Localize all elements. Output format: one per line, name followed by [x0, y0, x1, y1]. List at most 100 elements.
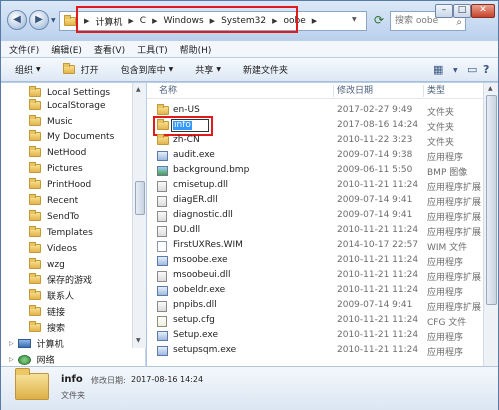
nav-item-printhood[interactable]: PrintHood — [29, 178, 91, 191]
nav-item-nethood[interactable]: NetHood — [29, 146, 86, 159]
nav-scrollbar-thumb[interactable] — [135, 181, 145, 215]
table-row-renaming[interactable]: info 2017-08-16 14:24 文件夹 — [147, 116, 483, 136]
share-button[interactable]: 共享 ▼ — [195, 63, 221, 76]
nav-item-searches[interactable]: 搜索 — [29, 321, 65, 334]
scroll-down-icon[interactable]: ▼ — [136, 337, 141, 344]
nav-item-pictures[interactable]: Pictures — [29, 162, 83, 175]
dll-file-icon — [157, 211, 167, 222]
folder-icon — [29, 321, 41, 332]
file-date: 2014-10-17 22:57 — [337, 240, 419, 250]
folder-icon — [29, 305, 41, 316]
include-in-library-button[interactable]: 包含到库中 ▼ — [121, 63, 174, 76]
nav-item-saved-games[interactable]: 保存的游戏 — [29, 273, 92, 286]
exe-file-icon — [157, 331, 168, 341]
folder-icon — [157, 104, 169, 115]
open-button[interactable]: 打开 — [62, 63, 99, 76]
folder-icon — [29, 242, 41, 253]
nav-item-label: Videos — [47, 243, 77, 254]
nav-item-label: Recent — [47, 195, 79, 206]
file-list-scrollbar-thumb[interactable] — [486, 95, 497, 305]
nav-item-videos[interactable]: Videos — [29, 242, 77, 255]
nav-item-templates[interactable]: Templates — [29, 226, 93, 239]
nav-item-recent[interactable]: Recent — [29, 194, 78, 207]
network-icon — [17, 354, 31, 365]
new-folder-button[interactable]: 新建文件夹 — [243, 63, 288, 76]
refresh-icon[interactable]: ⟳ — [371, 13, 387, 29]
column-divider[interactable] — [333, 85, 334, 97]
exe-file-icon — [157, 286, 168, 296]
menu-edit[interactable]: 编辑(E) — [51, 43, 82, 56]
recent-pages-dropdown-icon[interactable]: ▼ — [51, 17, 56, 24]
nav-item-music[interactable]: Music — [29, 115, 73, 128]
table-row[interactable]: diagnostic.dll 2009-07-14 9:41 应用程序扩展 — [147, 210, 483, 223]
file-date: 2010-11-21 11:24 — [337, 330, 419, 340]
menu-file[interactable]: 文件(F) — [9, 43, 39, 56]
menu-tools[interactable]: 工具(T) — [137, 43, 168, 56]
file-type: 文件夹 — [427, 138, 455, 148]
menu-help[interactable]: 帮助(H) — [180, 43, 212, 56]
address-bar-row: ◀ ▶ ▼ ▶ 计算机 ▶ C ▶ Windows ▶ System32 ▶ o… — [1, 1, 498, 37]
view-options-dropdown-icon[interactable]: ▼ — [453, 67, 458, 74]
nav-item-wzg[interactable]: wzg — [29, 258, 65, 271]
table-row[interactable]: background.bmp 2009-06-11 5:50 BMP 图像 — [147, 165, 483, 178]
folder-icon — [29, 130, 41, 141]
maximize-button[interactable]: □ — [453, 4, 471, 18]
table-row[interactable]: cmisetup.dll 2010-11-21 11:24 应用程序扩展 — [147, 180, 483, 193]
table-row[interactable]: setupsqm.exe 2010-11-21 11:24 应用程序 — [147, 345, 483, 358]
file-type: 应用程序扩展 — [427, 213, 482, 223]
nav-item-label: Templates — [47, 227, 93, 238]
table-row[interactable]: setup.cfg 2010-11-21 11:24 CFG 文件 — [147, 315, 483, 328]
column-header-date[interactable]: 修改日期 — [337, 83, 373, 99]
file-date: 2010-11-21 11:24 — [337, 270, 419, 280]
nav-item-network[interactable]: ▷ 网络 — [9, 353, 55, 366]
file-date: 2010-11-21 11:24 — [337, 225, 419, 235]
file-name: oobeldr.exe — [173, 285, 226, 295]
file-date: 2009-07-14 9:38 — [337, 150, 413, 160]
preview-pane-icon[interactable]: ▭ — [467, 63, 477, 76]
change-view-icon[interactable]: ▦ — [433, 63, 443, 76]
table-row[interactable]: DU.dll 2010-11-21 11:24 应用程序扩展 — [147, 225, 483, 238]
file-date: 2010-11-22 3:23 — [337, 135, 413, 145]
back-button[interactable]: ◀ — [7, 10, 27, 30]
organize-label: 组织 — [15, 66, 34, 76]
details-type: 文件夹 — [61, 391, 85, 400]
help-icon[interactable]: ? — [483, 63, 489, 76]
nav-item-sendto[interactable]: SendTo — [29, 210, 79, 223]
folder-icon — [29, 210, 41, 221]
dll-file-icon — [157, 301, 167, 312]
table-row[interactable]: oobeldr.exe 2010-11-21 11:24 应用程序 — [147, 285, 483, 298]
file-name: setupsqm.exe — [173, 345, 237, 355]
expand-arrow-icon[interactable]: ▷ — [9, 356, 14, 363]
breadcrumb-chevron-icon[interactable]: ▶ — [312, 17, 317, 25]
table-row[interactable]: zh-CN 2010-11-22 3:23 文件夹 — [147, 134, 483, 148]
nav-item-contacts[interactable]: 联系人 — [29, 289, 74, 302]
column-header-name[interactable]: 名称 — [159, 83, 177, 99]
column-divider[interactable] — [423, 85, 424, 97]
exe-file-icon — [157, 346, 168, 356]
address-history-dropdown-icon[interactable]: ▼ — [352, 16, 357, 23]
table-row[interactable]: Setup.exe 2010-11-21 11:24 应用程序 — [147, 330, 483, 343]
scroll-up-icon[interactable]: ▲ — [136, 86, 141, 93]
table-row[interactable]: FirstUXRes.WIM 2014-10-17 22:57 WIM 文件 — [147, 240, 483, 253]
nav-item-links[interactable]: 链接 — [29, 305, 65, 318]
nav-item-localstorage[interactable]: LocalStorage — [29, 99, 106, 112]
forward-button[interactable]: ▶ — [29, 10, 49, 30]
table-row[interactable]: audit.exe 2009-07-14 9:38 应用程序 — [147, 150, 483, 163]
file-list-scrollbar[interactable]: ▲ — [483, 83, 498, 366]
table-row[interactable]: msoobeui.dll 2010-11-21 11:24 应用程序扩展 — [147, 270, 483, 283]
close-button[interactable]: ✕ — [471, 4, 495, 18]
scroll-up-icon[interactable]: ▲ — [488, 85, 493, 92]
nav-scrollbar[interactable]: ▲ ▼ — [132, 83, 146, 348]
minimize-button[interactable]: – — [435, 4, 453, 18]
table-row[interactable]: pnpibs.dll 2009-07-14 9:41 应用程序扩展 — [147, 300, 483, 313]
organize-button[interactable]: 组织 ▼ — [15, 63, 41, 76]
table-row[interactable]: diagER.dll 2009-07-14 9:41 应用程序扩展 — [147, 195, 483, 208]
expand-arrow-icon[interactable]: ▷ — [9, 340, 14, 347]
menu-view[interactable]: 查看(V) — [94, 43, 125, 56]
nav-item-my-documents[interactable]: My Documents — [29, 130, 114, 143]
nav-item-local-settings[interactable]: Local Settings — [29, 86, 110, 99]
table-row[interactable]: msoobe.exe 2010-11-21 11:24 应用程序 — [147, 255, 483, 268]
file-date: 2010-11-21 11:24 — [337, 315, 419, 325]
column-header-type[interactable]: 类型 — [427, 83, 445, 99]
nav-item-computer[interactable]: ▷ 计算机 — [9, 337, 64, 350]
